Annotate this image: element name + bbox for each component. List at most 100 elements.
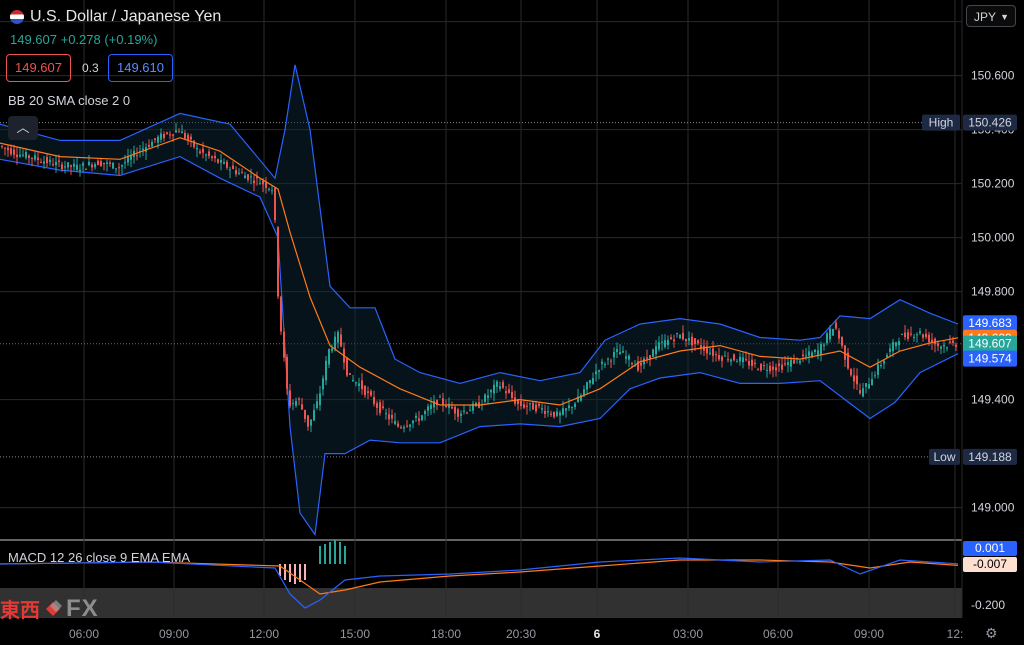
candle-body (367, 391, 369, 393)
candle-body (223, 162, 225, 164)
symbol-title[interactable]: U.S. Dollar / Japanese Yen (10, 8, 221, 26)
candle-body (172, 134, 174, 136)
sell-price-button[interactable]: 149.607 (6, 54, 71, 82)
candle-body (487, 395, 489, 398)
candle-body (565, 408, 567, 411)
candle-body (196, 147, 198, 150)
candle-body (823, 344, 825, 347)
candle-body (439, 396, 441, 398)
candle-body (418, 418, 420, 421)
candle-body (385, 413, 387, 415)
candle-body (901, 334, 903, 336)
candle-body (328, 349, 330, 365)
candle-body (25, 151, 27, 158)
candle-body (235, 170, 237, 175)
candle-body (52, 164, 54, 166)
candle-body (10, 148, 12, 155)
high-level-label: High (929, 116, 954, 130)
candle-body (664, 340, 666, 348)
candle-body (31, 157, 33, 159)
candle-body (733, 354, 735, 361)
candle-body (646, 357, 648, 359)
x-tick-label: 06:00 (69, 627, 99, 641)
currency-select[interactable]: JPY ▼ (966, 5, 1016, 27)
candle-body (751, 359, 753, 366)
candle-body (679, 334, 681, 339)
candle-body (403, 427, 405, 429)
x-tick-label: 12: (947, 627, 964, 641)
candle-body (103, 162, 105, 165)
candle-body (388, 414, 390, 420)
candle-body (922, 334, 924, 338)
candle-body (364, 385, 366, 396)
candle-body (874, 375, 876, 377)
candle-body (19, 154, 21, 157)
candle-body (724, 355, 726, 357)
candle-body (250, 176, 252, 178)
candle-body (382, 406, 384, 409)
candle-body (277, 227, 279, 297)
candle-body (265, 182, 267, 188)
candle-body (28, 155, 30, 159)
candle-body (406, 425, 408, 427)
candle-body (616, 349, 618, 352)
candle-body (868, 384, 870, 389)
candle-body (715, 354, 717, 356)
candle-body (460, 413, 462, 416)
candle-body (739, 356, 741, 362)
candle-body (82, 163, 84, 166)
last-price-tag: 149.607 (968, 337, 1012, 351)
candle-body (535, 404, 537, 412)
candle-body (334, 336, 336, 350)
y-tick-label: 149.800 (971, 285, 1015, 299)
candle-body (910, 333, 912, 335)
candle-body (919, 331, 921, 334)
brand-logo: 東西 FX (0, 594, 99, 623)
candle-body (424, 411, 426, 415)
candle-body (37, 157, 39, 160)
candle-body (760, 363, 762, 371)
candle-body (175, 130, 177, 133)
candle-body (775, 367, 777, 371)
low-level-label: Low (933, 450, 955, 464)
candle-body (337, 331, 339, 343)
candle-body (97, 160, 99, 166)
y-tick-label: 150.200 (971, 177, 1015, 191)
candle-body (595, 371, 597, 375)
candle-body (79, 169, 81, 172)
candle-body (166, 132, 168, 134)
candle-body (316, 401, 318, 408)
candle-body (763, 365, 765, 367)
candle-body (409, 424, 411, 427)
candle-body (112, 162, 114, 169)
bollinger-bands-legend[interactable]: BB 20 SMA close 2 0 (8, 93, 130, 108)
y-tick-label: 149.000 (971, 501, 1015, 515)
candle-body (937, 343, 939, 347)
candle-body (310, 419, 312, 426)
spread-value: 0.3 (82, 61, 99, 75)
collapse-legend-button[interactable]: ︿ (8, 116, 38, 140)
candle-body (523, 404, 525, 408)
candle-body (118, 167, 120, 169)
candle-body (607, 358, 609, 360)
candle-body (754, 362, 756, 364)
candle-body (184, 133, 186, 139)
candle-body (862, 388, 864, 397)
buy-price-button[interactable]: 149.610 (108, 54, 173, 82)
price-chart[interactable]: 06:00 09:00 12:00 15:00 18:00 20:30 6 03:00 06:0… (0, 0, 1024, 645)
candle-body (340, 334, 342, 347)
candle-body (469, 410, 471, 412)
candle-body (808, 351, 810, 356)
macd-legend[interactable]: MACD 12 26 close 9 EMA EMA (8, 550, 190, 565)
candle-body (850, 369, 852, 376)
candle-body (247, 174, 249, 180)
candle-body (109, 162, 111, 164)
candle-body (790, 359, 792, 367)
candle-body (493, 384, 495, 394)
candle-body (745, 359, 747, 361)
candle-body (295, 400, 297, 406)
macd-histogram-bar (284, 564, 286, 580)
candle-body (832, 329, 834, 336)
candle-body (484, 394, 486, 402)
settings-gear-icon[interactable]: ⚙ (985, 625, 998, 642)
